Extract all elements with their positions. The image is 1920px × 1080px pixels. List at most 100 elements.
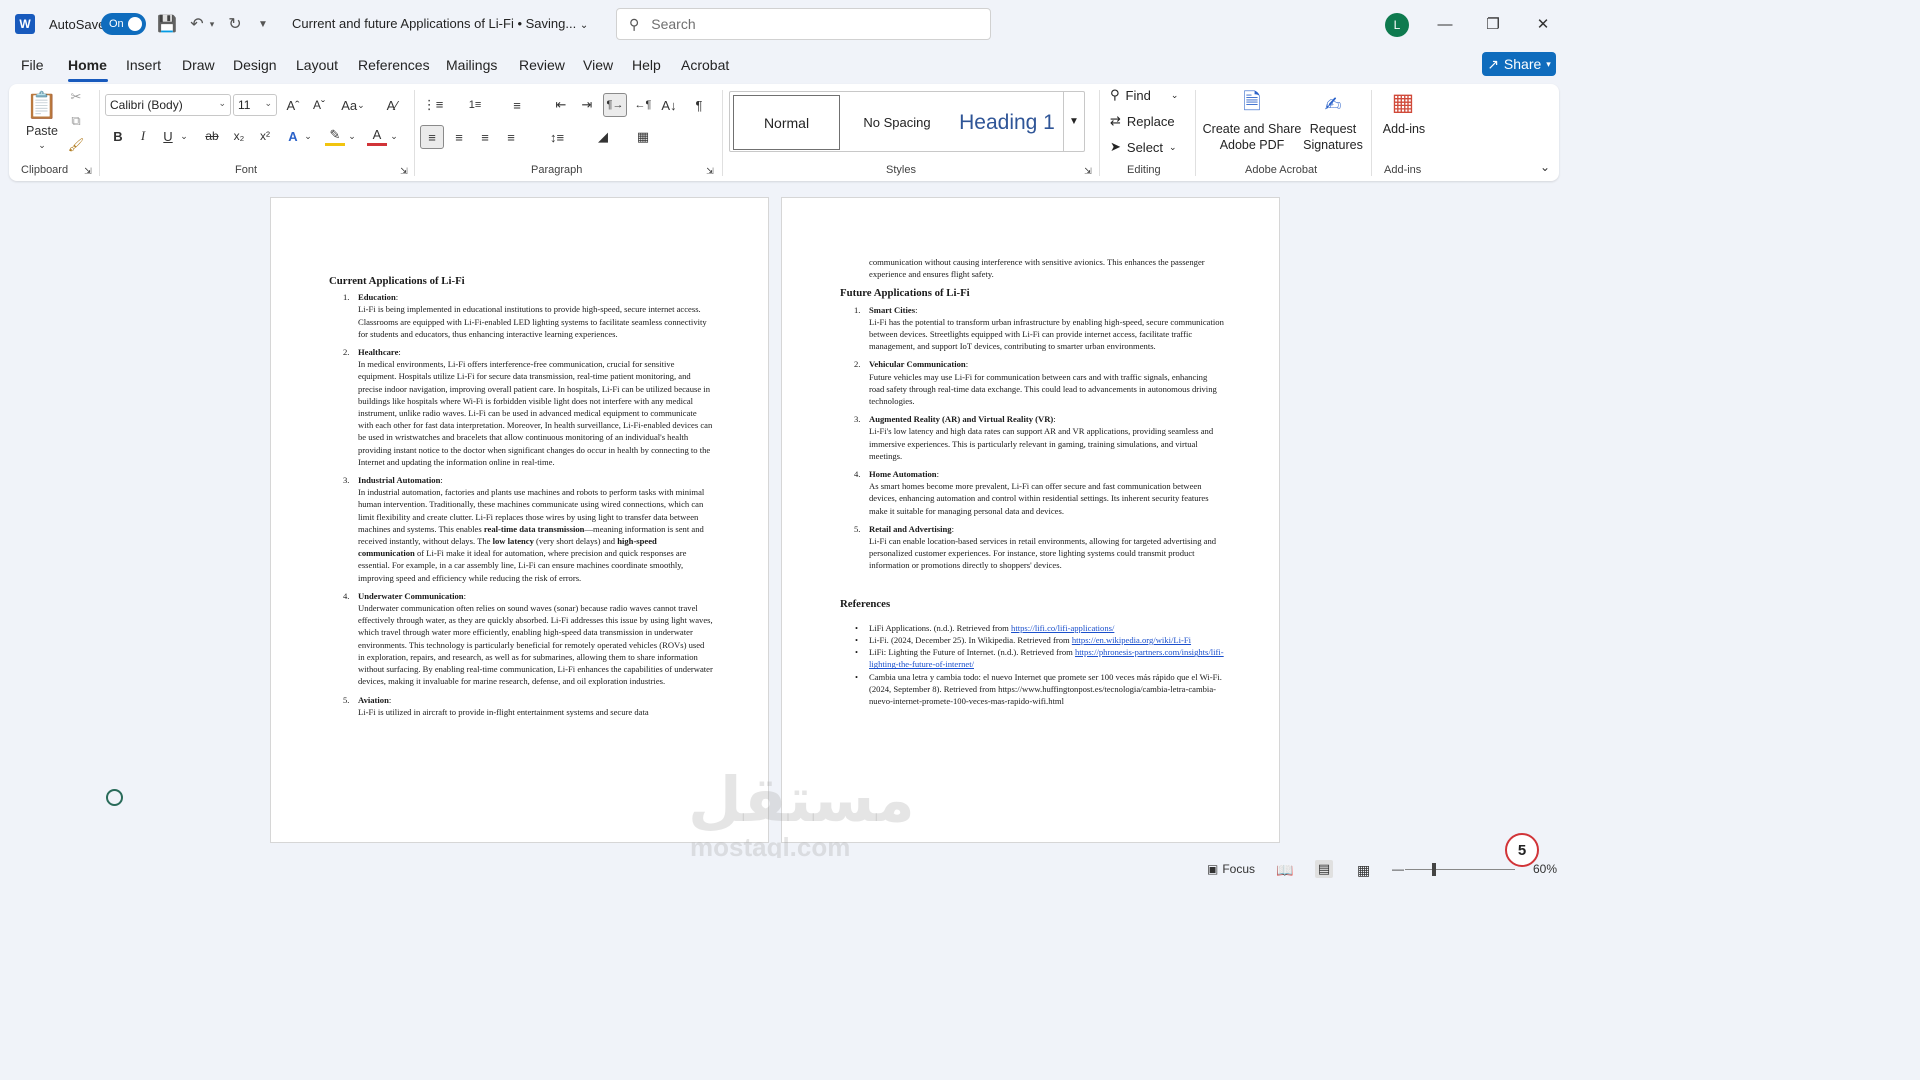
- select-button[interactable]: ➤ Select ⌄: [1110, 139, 1177, 155]
- justify-icon[interactable]: ≡: [501, 126, 521, 148]
- shrink-font-icon[interactable]: Aˇ: [309, 94, 329, 116]
- search-input[interactable]: ⚲ Search: [616, 8, 991, 40]
- divider: [1371, 90, 1372, 176]
- restore-icon[interactable]: ❐: [1478, 10, 1508, 38]
- web-layout-icon[interactable]: ▦: [1357, 862, 1370, 879]
- tab-insert[interactable]: Insert: [126, 57, 161, 73]
- create-pdf-icon[interactable]: 🗎: [1238, 89, 1266, 118]
- shading-icon[interactable]: ◢: [593, 126, 613, 148]
- tab-home[interactable]: Home: [68, 57, 107, 73]
- paste-icon[interactable]: 📋: [26, 88, 58, 122]
- tab-layout[interactable]: Layout: [296, 57, 338, 73]
- grow-font-icon[interactable]: Aˆ: [283, 94, 303, 116]
- sort-icon[interactable]: A↓: [659, 94, 679, 116]
- notification-badge[interactable]: 5: [1505, 833, 1539, 867]
- chevron-down-icon[interactable]: ⌄: [303, 126, 313, 146]
- text-effects-icon[interactable]: A: [283, 126, 303, 146]
- dialog-launcher-icon[interactable]: ⇲: [399, 166, 409, 177]
- font-color-icon[interactable]: A: [367, 126, 387, 146]
- redo-icon[interactable]: ↻: [225, 14, 245, 34]
- subscript-icon[interactable]: x₂: [229, 126, 249, 146]
- add-ins-icon[interactable]: ▦: [1389, 88, 1417, 116]
- dialog-launcher-icon[interactable]: ⇲: [705, 166, 715, 177]
- cut-icon[interactable]: ✂: [67, 88, 85, 106]
- read-mode-icon[interactable]: 📖: [1276, 862, 1293, 879]
- close-icon[interactable]: ✕: [1528, 10, 1558, 38]
- share-button[interactable]: ↗ Share ▾: [1482, 52, 1556, 76]
- copy-icon[interactable]: ⧉: [67, 112, 85, 130]
- zoom-slider[interactable]: [1405, 869, 1515, 870]
- chevron-down-icon[interactable]: ⌄: [389, 126, 399, 146]
- format-painter-icon[interactable]: 🖌: [67, 136, 85, 154]
- reference-text: Cambia una letra y cambia todo: el nuevo…: [869, 671, 1222, 707]
- underline-dropdown-icon[interactable]: ⌄: [179, 126, 189, 146]
- tab-mailings[interactable]: Mailings: [446, 57, 497, 73]
- tab-help[interactable]: Help: [632, 57, 661, 73]
- underline-icon[interactable]: U: [159, 126, 177, 146]
- save-icon[interactable]: 💾: [157, 14, 177, 34]
- undo-dropdown-icon[interactable]: ▾: [207, 14, 217, 34]
- zoom-level[interactable]: 60%: [1533, 862, 1557, 876]
- tab-acrobat[interactable]: Acrobat: [681, 57, 729, 73]
- style-heading-1[interactable]: Heading 1: [952, 95, 1062, 150]
- tab-review[interactable]: Review: [519, 57, 565, 73]
- style-no-spacing[interactable]: No Spacing: [844, 95, 950, 150]
- minimize-icon[interactable]: —: [1430, 10, 1460, 38]
- print-layout-icon[interactable]: ▤: [1315, 860, 1333, 878]
- paste-dropdown-icon[interactable]: ⌄: [36, 140, 48, 151]
- dialog-launcher-icon[interactable]: ⇲: [83, 166, 93, 177]
- style-normal[interactable]: Normal: [733, 95, 840, 150]
- customize-toolbar-icon[interactable]: ▼: [253, 14, 273, 34]
- font-family-select[interactable]: Calibri (Body) ⌄: [105, 94, 231, 116]
- add-ins-button[interactable]: Add-ins: [1379, 121, 1429, 137]
- tab-draw[interactable]: Draw: [182, 57, 215, 73]
- borders-icon[interactable]: ▦: [633, 126, 653, 148]
- replace-button[interactable]: ⇄ Replace: [1110, 113, 1175, 129]
- strikethrough-icon[interactable]: ab: [201, 126, 223, 146]
- tab-references[interactable]: References: [358, 57, 430, 73]
- chevron-down-icon[interactable]: ⌄: [347, 126, 357, 146]
- decrease-indent-icon[interactable]: ⇤: [551, 94, 571, 116]
- document-page-1[interactable]: Current Applications of Li-Fi 1. Educatio…: [270, 197, 769, 843]
- increase-indent-icon[interactable]: ⇥: [577, 94, 597, 116]
- tab-file[interactable]: File: [21, 57, 44, 73]
- bullets-icon[interactable]: ⋮≡: [423, 94, 444, 116]
- bold-icon[interactable]: B: [109, 126, 127, 146]
- zoom-out-icon[interactable]: —: [1392, 862, 1404, 876]
- dialog-launcher-icon[interactable]: ⇲: [1083, 166, 1093, 177]
- document-title[interactable]: Current and future Applications of Li-Fi…: [292, 16, 588, 31]
- reference-link[interactable]: https://en.wikipedia.org/wiki/Li-Fi: [1072, 635, 1191, 645]
- focus-button[interactable]: ▣ Focus: [1207, 862, 1255, 876]
- show-formatting-icon[interactable]: ¶: [689, 94, 709, 116]
- change-case-button[interactable]: Aa ⌄: [338, 94, 368, 116]
- paste-button[interactable]: Paste: [23, 124, 61, 138]
- zoom-slider-thumb[interactable]: [1432, 863, 1436, 876]
- chevron-down-icon: ⌄: [357, 99, 365, 110]
- line-spacing-icon[interactable]: ↕≡: [547, 126, 567, 148]
- autosave-toggle[interactable]: On: [101, 13, 146, 35]
- rtl-direction-icon[interactable]: ←¶: [633, 94, 653, 116]
- create-share-pdf-button[interactable]: Create and Share Adobe PDF: [1202, 121, 1302, 153]
- request-signatures-icon[interactable]: ✍: [1319, 90, 1347, 118]
- styles-more-icon[interactable]: ▼: [1063, 92, 1084, 151]
- numbering-icon[interactable]: 1≡: [465, 94, 485, 116]
- align-right-icon[interactable]: ≡: [475, 126, 495, 148]
- align-center-icon[interactable]: ≡: [449, 126, 469, 148]
- collapse-ribbon-icon[interactable]: ⌄: [1539, 160, 1551, 174]
- align-left-icon[interactable]: ≡: [420, 125, 444, 149]
- tab-design[interactable]: Design: [233, 57, 277, 73]
- highlight-icon[interactable]: ✎: [325, 126, 345, 146]
- font-size-select[interactable]: 11 ⌄: [233, 94, 277, 116]
- undo-icon[interactable]: ↶: [187, 14, 207, 34]
- document-page-2[interactable]: communication without causing interferen…: [781, 197, 1280, 843]
- request-signatures-button[interactable]: Request Signatures: [1301, 121, 1365, 153]
- tab-view[interactable]: View: [583, 57, 613, 73]
- superscript-icon[interactable]: x²: [255, 126, 275, 146]
- clear-formatting-icon[interactable]: A∕: [381, 94, 403, 116]
- avatar[interactable]: L: [1385, 13, 1409, 37]
- multilevel-list-icon[interactable]: ≡: [507, 94, 527, 116]
- italic-icon[interactable]: I: [134, 126, 152, 146]
- ltr-direction-icon[interactable]: ¶→: [603, 93, 627, 117]
- find-button[interactable]: ⚲ Find ⌄: [1110, 87, 1178, 103]
- reference-link[interactable]: https://lifi.co/lifi-applications/: [1011, 623, 1114, 633]
